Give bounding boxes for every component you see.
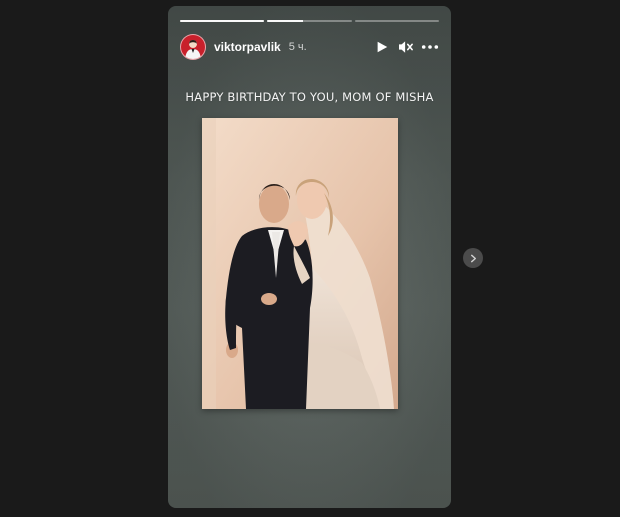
mute-button[interactable] [397, 38, 415, 56]
story-photo [202, 118, 398, 409]
progress-segment [354, 20, 439, 22]
play-icon [377, 41, 388, 53]
couple-photo-illustration [202, 118, 398, 409]
speaker-muted-icon [399, 41, 413, 53]
avatar[interactable] [180, 34, 206, 60]
story-header: viktorpavlik 5 ч. [180, 32, 439, 62]
avatar-person-icon [185, 40, 201, 59]
post-timestamp: 5 ч. [288, 41, 307, 53]
story-progress-bar [180, 20, 439, 22]
username-link[interactable]: viktorpavlik [214, 40, 281, 54]
story-card[interactable]: viktorpavlik 5 ч. HAPPY BIRTHDAY TO YOU,… [168, 6, 451, 508]
progress-segment [180, 20, 265, 22]
more-options-icon [421, 45, 439, 49]
story-caption: HAPPY BIRTHDAY TO YOU, MOM OF MISHA [185, 90, 434, 104]
story-viewer: viktorpavlik 5 ч. HAPPY BIRTHDAY TO YOU,… [0, 0, 620, 517]
more-options-button[interactable] [421, 38, 439, 56]
progress-segment [267, 20, 352, 22]
story-controls [373, 38, 439, 56]
play-button[interactable] [373, 38, 391, 56]
chevron-right-icon [470, 254, 476, 262]
next-story-button[interactable] [463, 248, 483, 268]
